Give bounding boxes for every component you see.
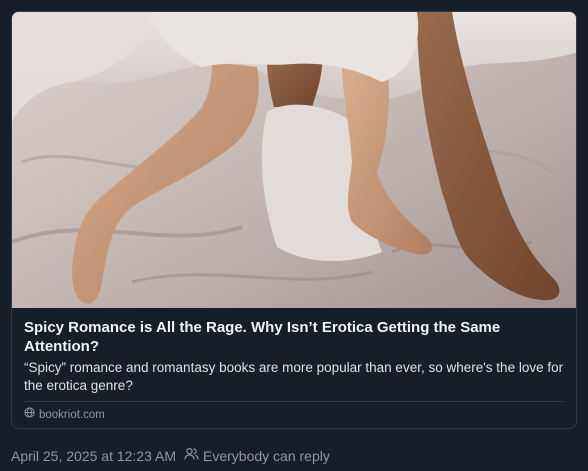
link-domain-text: bookriot.com [39,408,105,421]
link-title[interactable]: Spicy Romance is All the Rage. Why Isn’t… [24,318,564,356]
link-domain[interactable]: bookriot.com [24,407,105,423]
card-divider [24,401,564,402]
link-info[interactable]: Spicy Romance is All the Rage. Why Isn’t… [24,318,564,395]
link-description: “Spicy” romance and romantasy books are … [24,360,564,393]
post-timestamp[interactable]: April 25, 2025 at 12:23 AM [11,447,176,465]
link-thumbnail-image[interactable] [12,12,576,308]
reply-setting: Everybody can reply [184,447,330,465]
people-icon [184,447,199,465]
globe-icon [24,407,35,423]
link-preview-card[interactable]: Spicy Romance is All the Rage. Why Isn’t… [11,11,577,429]
reply-setting-label: Everybody can reply [203,448,330,464]
post-meta: April 25, 2025 at 12:23 AM Everybody can… [11,447,330,465]
